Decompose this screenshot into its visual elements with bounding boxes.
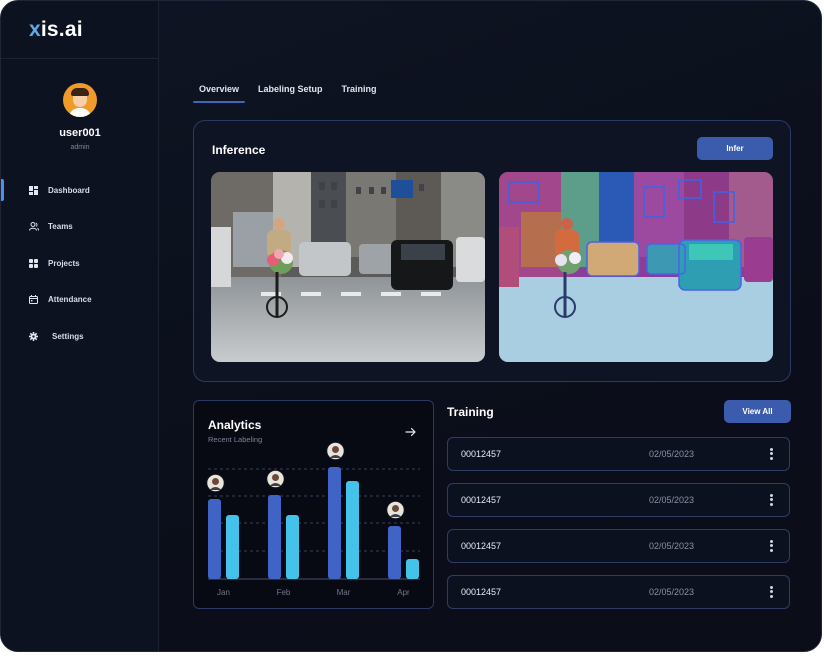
infer-button[interactable]: Infer xyxy=(697,137,773,160)
avatar-marker xyxy=(265,469,286,489)
x-tick-label: Apr xyxy=(397,588,410,597)
x-tick-label: Jan xyxy=(217,588,230,597)
analytics-chart: Jan Feb Mar Apr xyxy=(205,441,420,597)
view-all-button[interactable]: View All xyxy=(724,400,791,423)
more-vertical-icon[interactable] xyxy=(766,492,776,508)
avatar[interactable] xyxy=(63,83,97,117)
table-row[interactable]: 00012457 02/05/2023 xyxy=(447,437,790,471)
chart-bar[interactable] xyxy=(226,515,239,579)
gear-icon xyxy=(29,331,38,341)
training-date: 02/05/2023 xyxy=(649,449,695,459)
tab-overview[interactable]: Overview xyxy=(193,79,246,103)
tab-labeling-setup[interactable]: Labeling Setup xyxy=(252,79,329,103)
training-date: 02/05/2023 xyxy=(649,587,695,597)
sidebar-item-teams[interactable]: Teams xyxy=(1,216,159,238)
sidebar-item-attendance[interactable]: Attendance xyxy=(1,289,159,311)
training-id: 00012457 xyxy=(461,541,502,551)
grid-icon xyxy=(29,185,38,195)
training-id: 00012457 xyxy=(461,587,502,597)
chart-bar[interactable] xyxy=(406,559,419,579)
logo-accent: x xyxy=(29,17,41,41)
sidebar-item-label: Projects xyxy=(48,258,80,268)
more-vertical-icon[interactable] xyxy=(766,584,776,600)
training-date: 02/05/2023 xyxy=(649,495,695,505)
chart-bar[interactable] xyxy=(388,526,401,579)
original-image[interactable] xyxy=(211,172,485,362)
sidebar-item-label: Dashboard xyxy=(48,185,90,195)
calendar-icon xyxy=(29,295,38,305)
avatar-marker xyxy=(325,441,346,461)
app-window: xis.ai user001 admin Dashboard Teams Pro… xyxy=(0,0,822,652)
inference-card: Inference Infer xyxy=(193,120,791,382)
training-id: 00012457 xyxy=(461,495,502,505)
sidebar-item-label: Attendance xyxy=(48,295,92,305)
sidebar-item-label: Settings xyxy=(52,331,84,341)
sidebar-item-label: Teams xyxy=(48,222,73,232)
chart-bar[interactable] xyxy=(346,481,359,579)
training-title: Training xyxy=(447,405,494,419)
apps-icon xyxy=(29,258,38,268)
logo-text: is.ai xyxy=(40,17,83,41)
avatar-marker xyxy=(385,500,406,520)
more-vertical-icon[interactable] xyxy=(766,538,776,554)
table-row[interactable]: 00012457 02/05/2023 xyxy=(447,529,790,563)
sidebar: xis.ai user001 admin Dashboard Teams Pro… xyxy=(1,1,159,651)
training-id: 00012457 xyxy=(461,449,502,459)
users-icon xyxy=(29,222,39,231)
sidebar-item-settings[interactable]: Settings xyxy=(1,325,159,347)
tab-training[interactable]: Training xyxy=(336,79,383,103)
table-row[interactable]: 00012457 02/05/2023 xyxy=(447,575,790,609)
more-vertical-icon[interactable] xyxy=(766,446,776,462)
avatar-marker xyxy=(205,473,226,493)
user-profile: user001 admin xyxy=(1,83,159,151)
segmented-image[interactable] xyxy=(499,172,773,362)
chart-bar[interactable] xyxy=(286,515,299,579)
table-row[interactable]: 00012457 02/05/2023 xyxy=(447,483,790,517)
username: user001 xyxy=(59,127,101,139)
user-role: admin xyxy=(70,144,90,151)
tab-bar: Overview Labeling Setup Training xyxy=(193,79,390,103)
analytics-card: Analytics Recent Labeling Jan Feb Mar Apr xyxy=(193,400,434,609)
x-tick-label: Feb xyxy=(277,588,291,597)
training-date: 02/05/2023 xyxy=(649,541,695,551)
x-tick-label: Mar xyxy=(337,588,351,597)
inference-title: Inference xyxy=(212,143,266,157)
chart-bar[interactable] xyxy=(208,499,221,579)
sidebar-nav: Dashboard Teams Projects Attendance Sett… xyxy=(1,179,159,362)
logo-area: xis.ai xyxy=(1,1,158,59)
logo[interactable]: xis.ai xyxy=(29,18,83,42)
sidebar-item-dashboard[interactable]: Dashboard xyxy=(1,179,159,201)
chart-bar[interactable] xyxy=(328,467,341,579)
sidebar-item-projects[interactable]: Projects xyxy=(1,252,159,274)
chart-bar[interactable] xyxy=(268,495,281,579)
